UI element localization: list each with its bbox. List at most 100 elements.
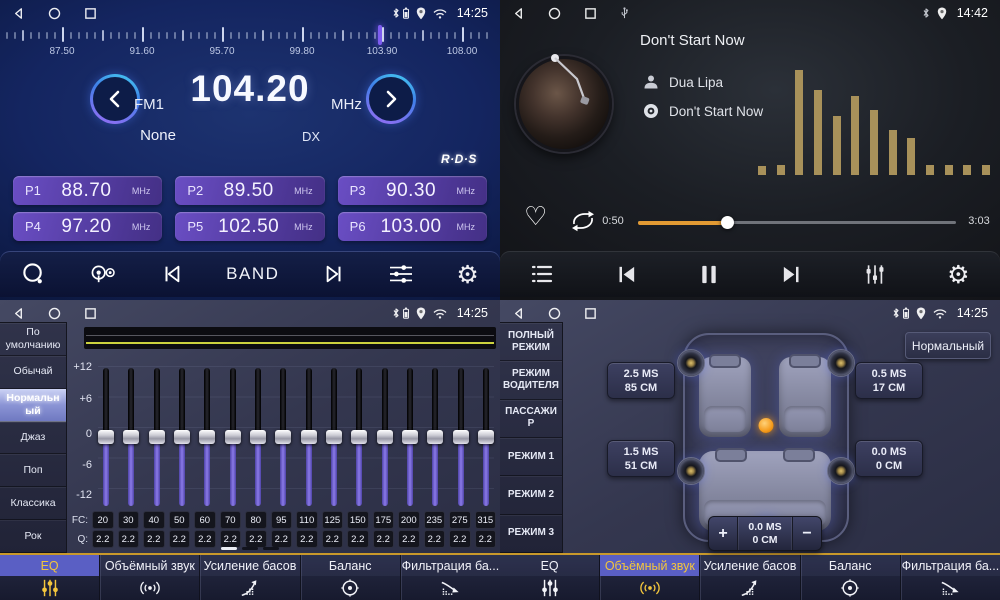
eq-preset-item-1[interactable]: Обычай (0, 356, 66, 389)
listening-position-dot[interactable] (759, 418, 774, 433)
radio-preset-p3[interactable]: P390.30MHz (338, 176, 487, 205)
eq-band-slider-9[interactable] (326, 366, 342, 508)
q-value-8[interactable]: 2.2 (296, 530, 318, 548)
fc-value-15[interactable]: 315 (475, 511, 497, 529)
tune-down-button[interactable] (90, 74, 140, 124)
q-value-2[interactable]: 2.2 (143, 530, 165, 548)
delay-increase-button[interactable]: + (709, 517, 737, 550)
q-value-9[interactable]: 2.2 (322, 530, 344, 548)
radio-preset-p6[interactable]: P6103.00MHz (338, 212, 487, 241)
eq-band-slider-7[interactable] (275, 366, 291, 508)
tab-balance[interactable]: Баланс (800, 555, 900, 600)
repeat-icon[interactable] (570, 210, 596, 237)
slider-thumb[interactable] (174, 430, 190, 444)
fc-value-14[interactable]: 275 (449, 511, 471, 529)
slider-thumb[interactable] (98, 430, 114, 444)
q-value-6[interactable]: 2.2 (245, 530, 267, 548)
q-value-14[interactable]: 2.2 (449, 530, 471, 548)
fc-value-13[interactable]: 235 (424, 511, 446, 529)
tab-surround-sound[interactable]: Объёмный звук (599, 555, 699, 600)
mode-item-1[interactable]: РЕЖИМ ВОДИТЕЛЯ (500, 361, 562, 399)
previous-track-icon[interactable] (615, 263, 638, 286)
q-value-7[interactable]: 2.2 (271, 530, 293, 548)
slider-thumb[interactable] (326, 430, 342, 444)
slider-thumb[interactable] (427, 430, 443, 444)
eq-preset-item-3[interactable]: Джаз (0, 422, 66, 455)
eq-band-slider-5[interactable] (225, 366, 241, 508)
fc-value-9[interactable]: 125 (322, 511, 344, 529)
delay-decrease-button[interactable]: − (793, 517, 821, 550)
progress-bar[interactable] (638, 221, 956, 224)
eq-band-slider-6[interactable] (250, 366, 266, 508)
settings-gear-icon[interactable]: ⚙ (947, 262, 969, 287)
band-button[interactable]: BAND (226, 264, 279, 284)
fc-value-6[interactable]: 80 (245, 511, 267, 529)
slider-thumb[interactable] (275, 430, 291, 444)
radio-preset-p4[interactable]: P497.20MHz (13, 212, 162, 241)
q-value-1[interactable]: 2.2 (118, 530, 140, 548)
recents-icon[interactable] (584, 307, 597, 320)
pause-icon[interactable] (699, 263, 719, 286)
front-left-delay[interactable]: 2.5 MS 85 CM (607, 362, 675, 399)
radio-preset-p2[interactable]: P289.50MHz (175, 176, 324, 205)
q-value-15[interactable]: 2.2 (475, 530, 497, 548)
tab-eq-sliders[interactable]: EQ (500, 555, 599, 600)
radio-preset-p1[interactable]: P188.70MHz (13, 176, 162, 205)
tune-up-button[interactable] (366, 74, 416, 124)
q-value-12[interactable]: 2.2 (398, 530, 420, 548)
tab-surround-sound[interactable]: Объёмный звук (99, 555, 199, 600)
tab-eq-sliders[interactable]: EQ (0, 555, 99, 600)
slider-thumb[interactable] (351, 430, 367, 444)
rear-left-delay[interactable]: 1.5 MS 51 CM (607, 440, 675, 477)
home-icon[interactable] (548, 7, 561, 20)
back-icon[interactable] (12, 7, 25, 20)
mode-item-3[interactable]: РЕЖИМ 1 (500, 438, 562, 476)
slider-thumb[interactable] (250, 430, 266, 444)
tab-bass-filter[interactable]: Фильтрация ба... (400, 555, 500, 600)
q-value-5[interactable]: 2.2 (220, 530, 242, 548)
eq-preset-item-5[interactable]: Классика (0, 487, 66, 520)
next-station-icon[interactable] (322, 263, 346, 285)
slider-thumb[interactable] (377, 430, 393, 444)
position-preset-button[interactable]: Нормальный (905, 332, 991, 359)
playlist-icon[interactable] (530, 264, 554, 284)
eq-band-slider-8[interactable] (301, 366, 317, 508)
fc-value-5[interactable]: 70 (220, 511, 242, 529)
eq-band-slider-0[interactable] (98, 366, 114, 508)
mode-item-5[interactable]: РЕЖИМ 3 (500, 515, 562, 553)
q-value-10[interactable]: 2.2 (347, 530, 369, 548)
fc-value-12[interactable]: 200 (398, 511, 420, 529)
eq-band-slider-14[interactable] (453, 366, 469, 508)
home-icon[interactable] (48, 7, 61, 20)
frequency-scale[interactable]: 87.5091.6095.7099.80103.90108.00 (0, 26, 500, 62)
settings-gear-icon[interactable]: ⚙ (456, 262, 478, 287)
fc-value-11[interactable]: 175 (373, 511, 395, 529)
slider-thumb[interactable] (123, 430, 139, 444)
tab-bass-boost[interactable]: Усиление басов (699, 555, 799, 600)
fc-value-8[interactable]: 110 (296, 511, 318, 529)
eq-band-slider-1[interactable] (123, 366, 139, 508)
recents-icon[interactable] (584, 7, 597, 20)
q-value-4[interactable]: 2.2 (194, 530, 216, 548)
q-value-3[interactable]: 2.2 (169, 530, 191, 548)
tab-bass-filter[interactable]: Фильтрация ба... (900, 555, 1000, 600)
fc-value-4[interactable]: 60 (194, 511, 216, 529)
tab-bass-boost[interactable]: Усиление басов (199, 555, 299, 600)
audio-settings-icon[interactable] (388, 263, 414, 285)
eq-band-slider-10[interactable] (351, 366, 367, 508)
radio-preset-p5[interactable]: P5102.50MHz (175, 212, 324, 241)
broadcast-icon[interactable] (88, 263, 117, 286)
scan-icon[interactable] (21, 262, 46, 287)
fc-value-2[interactable]: 40 (143, 511, 165, 529)
eq-band-slider-4[interactable] (199, 366, 215, 508)
tab-balance[interactable]: Баланс (300, 555, 400, 600)
next-track-icon[interactable] (780, 263, 803, 286)
eq-band-slider-13[interactable] (427, 366, 443, 508)
eq-band-slider-2[interactable] (149, 366, 165, 508)
home-icon[interactable] (48, 307, 61, 320)
slider-thumb[interactable] (478, 430, 494, 444)
eq-preset-item-2[interactable]: Нормальный (0, 389, 66, 422)
fc-value-3[interactable]: 50 (169, 511, 191, 529)
eq-preset-item-0[interactable]: По умолчанию (0, 323, 66, 356)
progress-thumb[interactable] (721, 216, 734, 229)
